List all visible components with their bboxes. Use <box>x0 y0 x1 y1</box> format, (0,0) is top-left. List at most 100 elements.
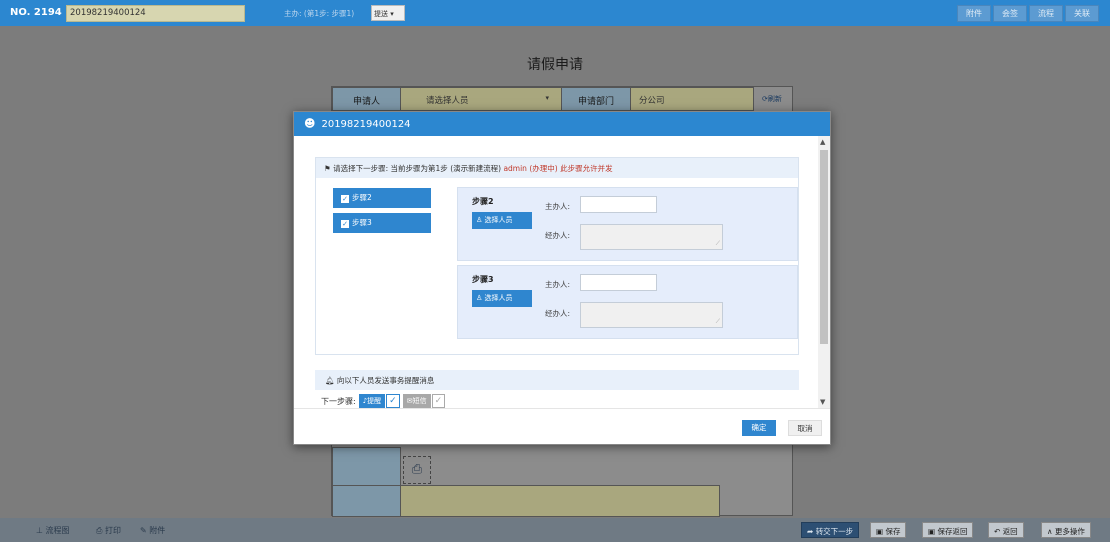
countersign-button[interactable]: 会签 <box>993 5 1027 22</box>
select-person-label: 选择人员 <box>484 294 513 302</box>
chevron-down-icon: ▾ <box>390 10 394 18</box>
submit-dialog: ☻ 20198219400124 ⚑ 请选择下一步骤: 当前步骤为第1步 (演示新… <box>293 111 831 445</box>
step2-main-handler-label: 主办人: <box>545 202 571 211</box>
step2-main-handler-input[interactable] <box>580 196 657 213</box>
attachment-button[interactable]: 附件 <box>957 5 991 22</box>
notify-section: 🔔︎ 向以下人员发送事务提醒消息 下一步骤: ♪提醒 ✓ ✉短信 ✓ <box>315 370 799 408</box>
step3-handler-label: 经办人: <box>545 309 571 318</box>
step2-checkbox[interactable]: ✓ 步骤2 <box>333 188 431 208</box>
dept-field[interactable]: 分公司 <box>630 87 754 111</box>
step2-title: 步骤2 <box>472 197 494 206</box>
paperclip-icon: ✎ <box>140 526 147 535</box>
step2-handler-textarea[interactable]: ⟋ <box>580 224 723 250</box>
related-button[interactable]: 关联 <box>1065 5 1099 22</box>
checkbox-checked-icon: ✓ <box>341 195 349 203</box>
cancel-button[interactable]: 取消 <box>788 420 822 436</box>
remind-label: 提醒 <box>367 397 382 405</box>
bottom-bar: ⊥ 流程图 ⎙ 打印 ✎ 附件 ➦ 转交下一步 ▣ 保存 ▣ 保存返回 ↶ 返回… <box>0 518 1110 542</box>
current-handler: admin (办理中) <box>503 164 558 173</box>
process-button[interactable]: 流程 <box>1029 5 1063 22</box>
save-label: 保存 <box>885 527 901 536</box>
form-label-cell-bottom <box>332 485 401 517</box>
applicant-select[interactable]: 请选择人员 ▾ <box>400 87 562 111</box>
step2-check-label: 步骤2 <box>352 193 372 202</box>
return-icon: ↶ <box>994 527 1001 536</box>
next-step-prompt: 请选择下一步骤: 当前步骤为第1步 (演示新建流程) <box>333 164 502 173</box>
scroll-up-icon[interactable]: ▲ <box>820 138 825 146</box>
attachment-label: 附件 <box>149 526 166 535</box>
print-button[interactable]: ⎙ 打印 <box>96 525 121 536</box>
scroll-down-icon[interactable]: ▼ <box>820 398 825 406</box>
return-button[interactable]: ↶ 返回 <box>988 522 1024 538</box>
applicant-select-value: 请选择人员 <box>426 96 469 106</box>
dialog-body: ⚑ 请选择下一步骤: 当前步骤为第1步 (演示新建流程) admin (办理中)… <box>294 136 818 408</box>
person-icon: ♙ <box>476 216 483 224</box>
confirm-button[interactable]: 确定 <box>742 420 776 436</box>
flowchart-label: 流程图 <box>45 526 70 535</box>
dialog-footer: 确定 取消 <box>294 408 830 444</box>
dialog-scrollbar[interactable]: ▲ ▼ <box>818 136 830 408</box>
resize-handle-icon: ⟋ <box>715 240 720 247</box>
save-button[interactable]: ▣ 保存 <box>870 522 907 538</box>
user-icon: ☻ <box>304 117 316 130</box>
select-person-label: 选择人员 <box>484 216 513 224</box>
step3-handler-textarea[interactable]: ⟋ <box>580 302 723 328</box>
remind-check-icon[interactable]: ✓ <box>386 394 400 408</box>
save-return-button[interactable]: ▣ 保存返回 <box>922 522 974 538</box>
step3-check-label: 步骤3 <box>352 218 372 227</box>
step-select-value: 提送 <box>374 10 388 18</box>
more-actions-button[interactable]: ∧ 更多操作 <box>1041 522 1091 538</box>
notify-options-row: 下一步骤: ♪提醒 ✓ ✉短信 ✓ <box>321 394 446 408</box>
notify-header-text: 向以下人员发送事务提醒消息 <box>336 376 435 385</box>
sms-toggle[interactable]: ✉短信 <box>402 394 431 408</box>
next-step-section: ⚑ 请选择下一步骤: 当前步骤为第1步 (演示新建流程) admin (办理中)… <box>315 157 799 355</box>
more-actions-label: 更多操作 <box>1054 527 1085 536</box>
scroll-thumb[interactable] <box>820 150 828 344</box>
sms-check-icon[interactable]: ✓ <box>431 394 446 408</box>
form-yellow-field[interactable] <box>400 485 720 517</box>
print-label: 打印 <box>104 526 121 535</box>
next-step-header: ⚑ 请选择下一步骤: 当前步骤为第1步 (演示新建流程) admin (办理中)… <box>316 158 798 178</box>
attachment-link[interactable]: ✎ 附件 <box>140 525 165 536</box>
step3-select-person-button[interactable]: ♙ 选择人员 <box>472 290 532 307</box>
next-step-label: 下一步骤: <box>321 396 356 406</box>
flowchart-icon: ⊥ <box>36 526 43 535</box>
remind-toggle[interactable]: ♪提醒 <box>358 394 386 408</box>
step2-handler-label: 经办人: <box>545 231 571 240</box>
refresh-label: 刷新 <box>767 95 782 103</box>
current-step-text: 主办: (第1步: 步骤1) <box>284 9 355 18</box>
save-icon: ▣ <box>876 527 884 536</box>
attachment-upload-icon[interactable]: ⎙ <box>403 456 431 484</box>
sms-label: 短信 <box>412 397 427 405</box>
flowchart-button[interactable]: ⊥ 流程图 <box>36 525 70 536</box>
chevron-down-icon: ▾ <box>545 94 549 102</box>
resize-handle-icon: ⟋ <box>715 318 720 325</box>
step2-select-person-button[interactable]: ♙ 选择人员 <box>472 212 532 229</box>
top-right-buttons: 附件 会签 流程 关联 <box>955 5 1099 22</box>
return-label: 返回 <box>1002 527 1018 536</box>
step3-main-handler-label: 主办人: <box>545 280 571 289</box>
chevron-up-icon: ∧ <box>1047 527 1053 536</box>
flow-icon: ⚑ <box>324 164 331 173</box>
person-icon: ♙ <box>476 294 483 302</box>
concurrent-note: 此步骤允许并发 <box>560 164 613 173</box>
step3-main-handler-input[interactable] <box>580 274 657 291</box>
step3-checkbox[interactable]: ✓ 步骤3 <box>333 213 431 233</box>
refresh-button[interactable]: ⟳刷新 <box>762 94 782 104</box>
bell-icon: 🔔︎ <box>325 376 335 385</box>
form-title: 请假申请 <box>527 57 583 73</box>
doc-number-field[interactable]: 20198219400124 <box>66 5 245 22</box>
send-icon: ➦ <box>807 527 814 536</box>
step-select[interactable]: 提送 ▾ <box>371 5 405 21</box>
doc-no-label: NO. 2194 <box>10 7 62 18</box>
applicant-label: 申请人 <box>332 87 401 111</box>
submit-next-label: 转交下一步 <box>815 527 854 536</box>
notify-header: 🔔︎ 向以下人员发送事务提醒消息 <box>315 370 799 390</box>
dept-label: 申请部门 <box>561 87 631 111</box>
save-icon: ▣ <box>928 527 936 536</box>
submit-next-button[interactable]: ➦ 转交下一步 <box>801 522 860 538</box>
save-return-label: 保存返回 <box>937 527 968 536</box>
step2-panel: 步骤2 ♙ 选择人员 主办人: 经办人: ⟋ <box>457 187 798 261</box>
checkbox-checked-icon: ✓ <box>341 220 349 228</box>
dialog-header: ☻ 20198219400124 <box>294 112 830 136</box>
